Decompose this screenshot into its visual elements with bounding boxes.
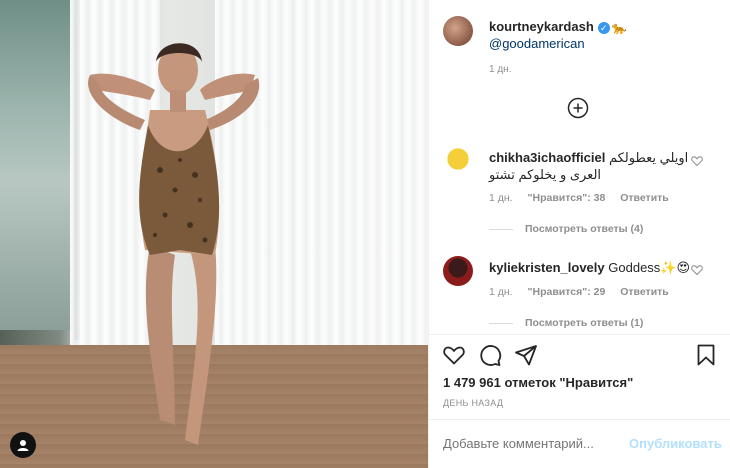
post-header: kourtneykardash ✓ 🐆 @goodamerican 1 дн. bbox=[429, 0, 730, 130]
post-actions bbox=[429, 343, 730, 369]
comment-time[interactable]: 1 дн. bbox=[489, 286, 513, 298]
comment-item: kyliekristen_lovely Goddess✨😍 1 дн. "Нра… bbox=[429, 255, 730, 335]
comment-meta: 1 дн. "Нравится": 29 Ответить bbox=[489, 286, 681, 298]
comment-avatar[interactable] bbox=[443, 147, 473, 177]
comment-avatar[interactable] bbox=[443, 256, 473, 286]
post-photo[interactable] bbox=[0, 0, 428, 468]
heart-icon[interactable] bbox=[691, 264, 703, 276]
verified-badge-icon: ✓ bbox=[597, 21, 610, 34]
comment-item: chikha3ichaofficiel اويلي يعطولكم العرى … bbox=[429, 145, 730, 240]
likes-count[interactable]: 1 479 961 отметок "Нравится" bbox=[443, 375, 633, 390]
comment-username[interactable]: kyliekristen_lovely bbox=[489, 260, 605, 275]
heart-icon[interactable] bbox=[691, 155, 703, 167]
comment-likes[interactable]: "Нравится": 29 bbox=[528, 286, 606, 298]
heart-icon[interactable] bbox=[442, 343, 466, 367]
comment-likes[interactable]: "Нравится": 38 bbox=[528, 192, 606, 204]
reply-button[interactable]: Ответить bbox=[620, 192, 669, 204]
comment-body: chikha3ichaofficiel اويلي يعطولكم العرى … bbox=[489, 149, 699, 183]
comment-meta: 1 дн. "Нравится": 38 Ответить bbox=[489, 192, 681, 204]
author-avatar[interactable] bbox=[443, 16, 473, 46]
author-username[interactable]: kourtneykardash bbox=[489, 19, 594, 34]
reply-button[interactable]: Ответить bbox=[620, 286, 669, 298]
divider bbox=[429, 419, 730, 420]
post-date: ДЕНЬ НАЗАД bbox=[443, 398, 504, 408]
comment-body: kyliekristen_lovely Goddess✨😍 bbox=[489, 259, 699, 276]
view-replies-button[interactable]: Посмотреть ответы (1) bbox=[489, 317, 643, 329]
publish-button[interactable]: Опубликовать bbox=[629, 436, 722, 451]
comment-input[interactable] bbox=[443, 436, 623, 451]
photo-figure bbox=[88, 43, 260, 445]
mention-link[interactable]: @goodamerican bbox=[489, 36, 585, 51]
user-icon bbox=[17, 440, 29, 451]
user-tag-button[interactable] bbox=[10, 432, 36, 458]
view-replies-button[interactable]: Посмотреть ответы (4) bbox=[489, 223, 643, 235]
plus-circle-icon[interactable] bbox=[567, 97, 589, 119]
bookmark-icon[interactable] bbox=[694, 343, 718, 367]
comment-icon[interactable] bbox=[478, 343, 502, 367]
comment-text: Goddess✨😍 bbox=[608, 260, 691, 275]
post-time[interactable]: 1 дн. bbox=[489, 64, 511, 75]
share-icon[interactable] bbox=[514, 343, 538, 367]
author-username-row[interactable]: kourtneykardash ✓ 🐆 bbox=[489, 19, 627, 35]
leopard-emoji: 🐆 bbox=[611, 20, 627, 35]
post-details-panel: kourtneykardash ✓ 🐆 @goodamerican 1 дн. ch… bbox=[428, 0, 730, 468]
divider bbox=[429, 334, 730, 335]
comment-username[interactable]: chikha3ichaofficiel bbox=[489, 150, 605, 165]
comment-time[interactable]: 1 дн. bbox=[489, 192, 513, 204]
